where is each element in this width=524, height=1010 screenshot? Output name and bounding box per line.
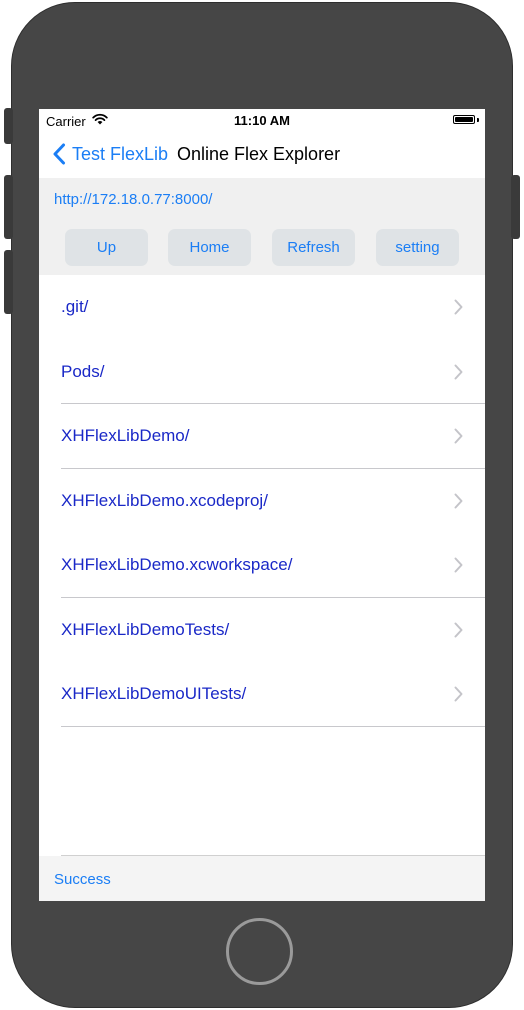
chevron-right-icon <box>454 299 463 315</box>
list-item[interactable]: XHFlexLibDemoTests/ <box>39 598 485 663</box>
toolbar: http://172.18.0.77:8000/ Up Home Refresh… <box>39 178 485 275</box>
file-name: XHFlexLibDemo.xcworkspace/ <box>61 555 293 575</box>
list-item[interactable]: XHFlexLibDemo.xcworkspace/ <box>39 533 485 598</box>
list-item[interactable]: XHFlexLibDemoUITests/ <box>39 662 485 727</box>
back-button-label: Test FlexLib <box>72 143 169 164</box>
file-name: XHFlexLibDemoTests/ <box>61 619 230 639</box>
row-separator <box>61 725 485 727</box>
battery-tip <box>477 118 479 122</box>
screen: Carrier 11:10 AM Test FlexLib Online Fle… <box>39 109 485 901</box>
navigation-bar: Test FlexLib Online Flex Explorer <box>39 131 485 178</box>
file-list: .git/ Pods/ XHFlexLibDemo/ XHFlexLibDemo… <box>39 275 485 727</box>
chevron-right-icon <box>454 364 463 380</box>
server-url-link[interactable]: http://172.18.0.77:8000/ <box>54 191 212 208</box>
volume-down-button <box>4 250 13 314</box>
file-name: Pods/ <box>61 361 105 381</box>
file-name: XHFlexLibDemo/ <box>61 426 190 446</box>
status-bar: Carrier 11:10 AM <box>39 109 485 131</box>
chevron-right-icon <box>454 557 463 573</box>
power-button <box>511 175 520 239</box>
list-item[interactable]: XHFlexLibDemo.xcodeproj/ <box>39 469 485 534</box>
volume-up-button <box>4 175 13 239</box>
home-button[interactable] <box>226 918 293 985</box>
status-footer: Success <box>39 856 485 901</box>
setting-button[interactable]: setting <box>376 229 459 266</box>
status-message: Success <box>54 871 111 888</box>
file-name: XHFlexLibDemoUITests/ <box>61 684 247 704</box>
chevron-right-icon <box>454 428 463 444</box>
list-item[interactable]: XHFlexLibDemo/ <box>39 404 485 469</box>
mute-switch <box>4 108 13 144</box>
list-item[interactable]: .git/ <box>39 275 485 340</box>
back-button[interactable]: Test FlexLib <box>52 140 168 168</box>
home-folder-button[interactable]: Home <box>168 229 251 266</box>
up-button[interactable]: Up <box>65 229 148 266</box>
battery-icon <box>453 115 475 124</box>
clock: 11:10 AM <box>234 113 290 128</box>
list-item[interactable]: Pods/ <box>39 340 485 404</box>
refresh-button[interactable]: Refresh <box>272 229 355 266</box>
file-name: XHFlexLibDemo.xcodeproj/ <box>61 490 268 510</box>
chevron-right-icon <box>454 622 463 638</box>
file-name: .git/ <box>61 297 89 317</box>
chevron-left-icon <box>53 143 65 165</box>
chevron-right-icon <box>454 493 463 509</box>
chevron-right-icon <box>454 686 463 702</box>
page-title: Online Flex Explorer <box>177 144 341 164</box>
